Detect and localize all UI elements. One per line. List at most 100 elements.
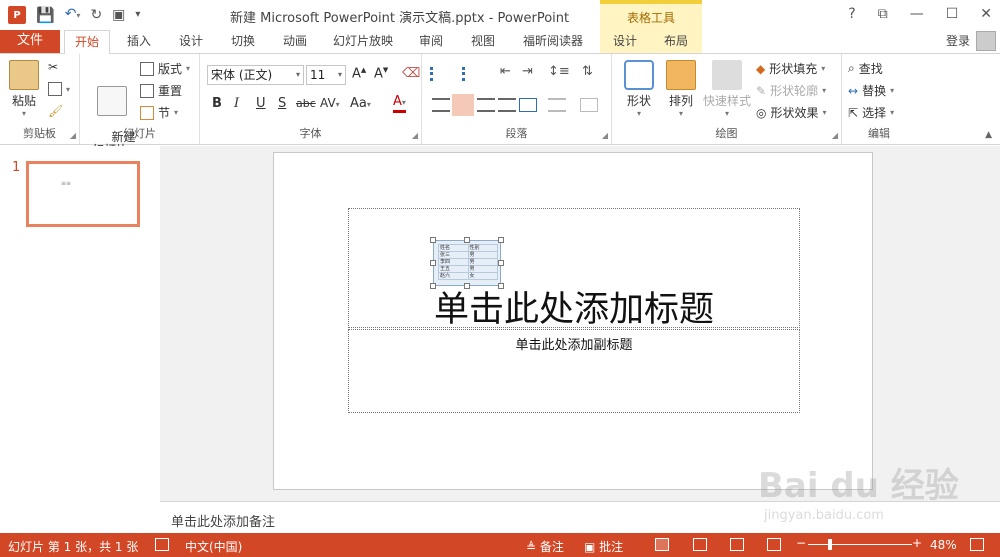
resize-handle[interactable] [464, 283, 470, 289]
shape-outline-button[interactable]: ✎ 形状轮廓 ▾ [756, 82, 826, 99]
paste-button[interactable]: 粘贴 ▾ [6, 60, 42, 118]
align-right-icon[interactable] [477, 98, 495, 112]
tab-animations[interactable]: 动画 [272, 30, 318, 53]
table-cell[interactable]: 王五 [438, 265, 469, 273]
section-button[interactable]: 节 ▾ [140, 104, 178, 121]
zoom-in-icon[interactable]: + [912, 536, 922, 550]
sign-in-link[interactable]: 登录 [946, 32, 970, 49]
resize-handle[interactable] [430, 283, 436, 289]
clipboard-launcher-icon[interactable]: ◢ [70, 131, 76, 140]
table-cell[interactable]: 男 [467, 258, 498, 266]
notes-toggle-button[interactable]: ≜ 备注 [526, 538, 564, 555]
resize-handle[interactable] [498, 283, 504, 289]
table-cell[interactable]: 赵六 [438, 272, 469, 280]
reset-button[interactable]: 重置 [140, 82, 182, 99]
embedded-table[interactable]: 姓名 性别 张三男 李四男 王五男 赵六女 [433, 240, 501, 286]
reading-view-icon[interactable] [730, 538, 744, 551]
resize-handle[interactable] [498, 260, 504, 266]
cut-button[interactable]: ✂ [48, 60, 58, 74]
slideshow-from-start-icon[interactable]: ▣ [112, 6, 125, 24]
zoom-out-icon[interactable]: − [796, 536, 806, 550]
increase-indent-icon[interactable]: ⇥ [522, 64, 533, 79]
tab-view[interactable]: 视图 [460, 30, 506, 53]
resize-handle[interactable] [430, 260, 436, 266]
decrease-indent-icon[interactable]: ⇤ [500, 64, 511, 79]
italic-button[interactable]: I [234, 96, 239, 111]
numbering-icon[interactable] [462, 67, 480, 81]
tab-table-design[interactable]: 设计 [600, 30, 650, 53]
table-cell[interactable]: 男 [467, 265, 498, 273]
tab-review[interactable]: 审阅 [408, 30, 454, 53]
table-cell[interactable]: 性别 [467, 244, 498, 252]
normal-view-icon[interactable] [655, 538, 669, 551]
zoom-slider-thumb[interactable] [828, 539, 832, 550]
columns-icon[interactable] [519, 98, 537, 112]
help-icon[interactable]: ? [848, 6, 855, 22]
shadow-button[interactable]: S [278, 96, 286, 111]
align-text-icon[interactable] [548, 98, 566, 112]
underline-button[interactable]: U [256, 96, 266, 111]
resize-handle[interactable] [464, 237, 470, 243]
text-direction-icon[interactable]: ⇅ [582, 64, 593, 79]
collapse-ribbon-icon[interactable]: ▲ [985, 130, 992, 140]
tab-transitions[interactable]: 切换 [220, 30, 266, 53]
close-button[interactable]: ✕ [980, 6, 992, 22]
shape-fill-button[interactable]: ◆ 形状填充 ▾ [756, 60, 825, 77]
select-button[interactable]: ⇱ 选择 ▾ [848, 104, 894, 121]
fit-to-window-icon[interactable] [970, 538, 984, 551]
slide-sorter-icon[interactable] [693, 538, 707, 551]
drawing-launcher-icon[interactable]: ◢ [832, 131, 838, 140]
slide-thumbnail[interactable]: ≡≡ [26, 161, 140, 227]
table-cell[interactable]: 女 [467, 272, 498, 280]
minimize-button[interactable]: — [910, 6, 924, 22]
zoom-level[interactable]: 48% [930, 538, 957, 552]
shape-effects-button[interactable]: ◎ 形状效果 ▾ [756, 104, 827, 121]
tab-design[interactable]: 设计 [168, 30, 214, 53]
font-size-select[interactable]: 11 ▾ [306, 65, 346, 85]
paragraph-launcher-icon[interactable]: ◢ [602, 131, 608, 140]
font-launcher-icon[interactable]: ◢ [412, 131, 418, 140]
quick-styles-button[interactable]: 快速样式 ▾ [702, 60, 752, 118]
strikethrough-button[interactable]: abc [296, 97, 316, 110]
change-case-button[interactable]: Aa▾ [350, 96, 371, 111]
spell-check-icon[interactable] [155, 538, 169, 551]
arrange-button[interactable]: 排列 ▾ [662, 60, 700, 118]
find-button[interactable]: ⌕ 查找 [848, 60, 883, 77]
align-center-icon[interactable] [452, 94, 474, 116]
justify-icon[interactable] [498, 98, 516, 112]
bullets-icon[interactable] [430, 67, 448, 81]
subtitle-placeholder[interactable]: 单击此处添加副标题 [348, 329, 800, 413]
table-cell[interactable]: 李四 [438, 258, 469, 266]
shapes-button[interactable]: 形状 ▾ [620, 60, 658, 118]
save-icon[interactable]: 💾 [36, 6, 55, 24]
grow-font-icon[interactable]: A▲ [352, 66, 366, 81]
tab-foxit-reader[interactable]: 福昕阅读器 [512, 30, 594, 53]
table-cell[interactable]: 男 [467, 251, 498, 259]
align-left-icon[interactable] [432, 98, 450, 112]
comments-toggle-button[interactable]: ▣ 批注 [584, 538, 623, 555]
resize-handle[interactable] [430, 237, 436, 243]
tab-table-layout[interactable]: 布局 [650, 30, 702, 53]
customize-qat-icon[interactable]: ▾ [135, 6, 140, 24]
avatar[interactable] [976, 31, 996, 51]
layout-button[interactable]: 版式 ▾ [140, 60, 190, 77]
maximize-button[interactable]: ☐ [946, 6, 959, 22]
tab-insert[interactable]: 插入 [116, 30, 162, 53]
font-name-select[interactable]: 宋体 (正文) ▾ [207, 65, 304, 85]
tab-file[interactable]: 文件 [0, 30, 60, 53]
copy-button[interactable]: ▾ [48, 82, 70, 96]
table-cell[interactable]: 姓名 [438, 244, 469, 252]
tab-home[interactable]: 开始 [64, 30, 110, 54]
zoom-slider-track[interactable] [808, 544, 912, 545]
table-cell[interactable]: 张三 [438, 251, 469, 259]
replace-button[interactable]: ↔ 替换 ▾ [848, 82, 894, 99]
shrink-font-icon[interactable]: A▼ [374, 66, 388, 81]
clear-format-icon[interactable]: ⌫ [402, 66, 420, 81]
slide-canvas[interactable]: 单击此处添加标题 单击此处添加副标题 姓名 性别 张三男 李四男 王五男 赵六女 [273, 152, 873, 490]
font-color-button[interactable]: A▾ [393, 95, 406, 113]
resize-handle[interactable] [498, 237, 504, 243]
language-status[interactable]: 中文(中国) [185, 538, 242, 555]
slideshow-view-icon[interactable] [767, 538, 781, 551]
smartart-icon[interactable] [580, 98, 598, 112]
undo-icon[interactable]: ↶▾ [65, 5, 81, 25]
